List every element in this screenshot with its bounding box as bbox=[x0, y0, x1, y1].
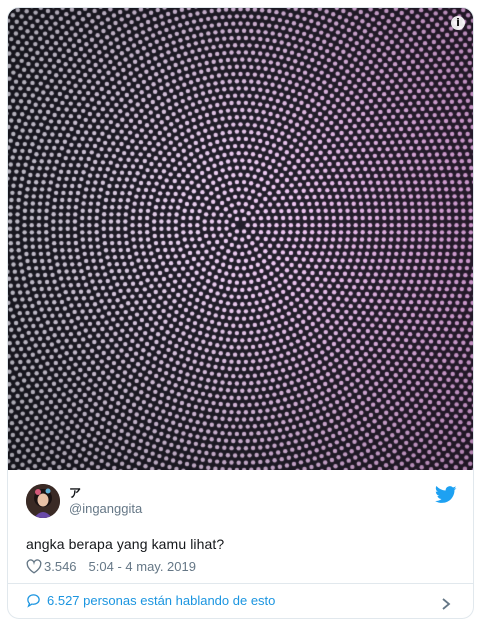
info-icon[interactable]: i bbox=[451, 16, 465, 30]
tweet-card[interactable]: i ア @inganggita angka berapa yang kamu l… bbox=[7, 7, 474, 619]
timestamp[interactable]: 5:04 - 4 may. 2019 bbox=[89, 559, 196, 574]
chevron-right-icon[interactable] bbox=[441, 598, 451, 610]
conversation-text[interactable]: 6.527 personas están hablando de esto bbox=[47, 593, 275, 608]
author-block[interactable]: ア @inganggita bbox=[26, 483, 142, 519]
user-handle[interactable]: @inganggita bbox=[69, 501, 142, 517]
dot-illusion-image bbox=[8, 8, 473, 470]
tweet-meta: 3.546 5:04 - 4 may. 2019 bbox=[26, 559, 196, 574]
twitter-bird-icon[interactable] bbox=[435, 486, 457, 504]
tweet-text: angka berapa yang kamu lihat? bbox=[26, 536, 225, 552]
like-count[interactable]: 3.546 bbox=[44, 559, 77, 574]
speech-bubble-icon bbox=[27, 594, 40, 608]
conversation-link[interactable]: 6.527 personas están hablando de esto bbox=[26, 593, 275, 608]
display-name[interactable]: ア bbox=[69, 486, 142, 501]
tweet-media-image[interactable]: i bbox=[8, 8, 473, 470]
heart-icon[interactable] bbox=[26, 559, 42, 574]
divider bbox=[8, 583, 473, 584]
avatar[interactable] bbox=[26, 484, 60, 518]
